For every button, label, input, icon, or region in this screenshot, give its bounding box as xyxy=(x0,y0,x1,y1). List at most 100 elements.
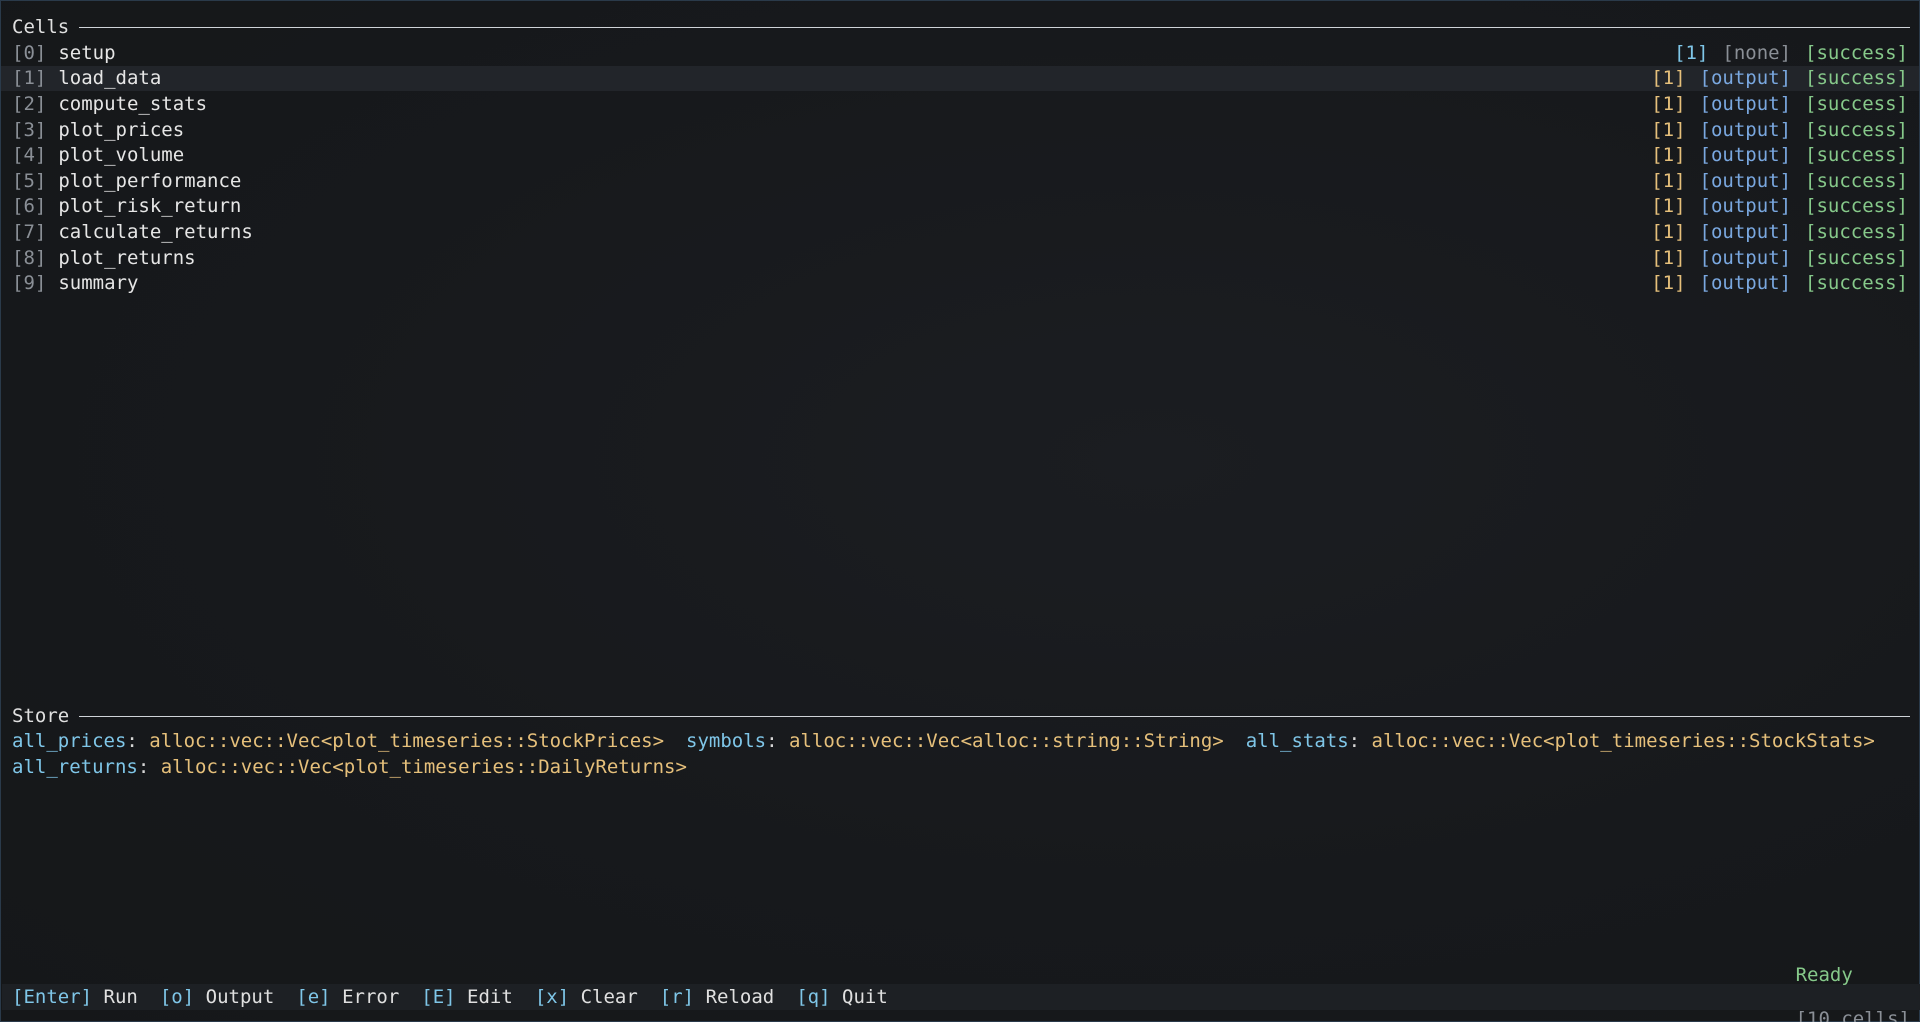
cell-name: setup xyxy=(58,41,116,64)
key-label: [e] xyxy=(296,986,331,1008)
cell-index: [8] xyxy=(12,246,47,269)
key-label: [E] xyxy=(421,986,456,1008)
store-separator: : xyxy=(126,730,150,752)
keybinding-hint[interactable]: [q] Quit xyxy=(796,986,888,1008)
keybinding-hints: [Enter] Run [o] Output [e] Error [E] Edit [x… xyxy=(12,986,888,1008)
cell-output-badge: [output] xyxy=(1699,220,1792,243)
cell-left: [2] compute_stats xyxy=(12,93,207,115)
store-key: all_returns xyxy=(12,755,138,778)
store-list: all_prices: alloc::vec::Vec<plot_timeser… xyxy=(12,729,1910,780)
store-type: alloc::vec::Vec<plot_timeseries::StockSt… xyxy=(1371,730,1875,752)
store-type: alloc::vec::Vec<plot_timeseries::DailyRe… xyxy=(160,755,687,778)
cell-row[interactable]: [1] load_data [1] [output] [success] xyxy=(1,65,1919,92)
cell-name: plot_performance xyxy=(58,169,242,192)
store-entry: all_returns: alloc::vec::Vec<plot_timese… xyxy=(12,756,687,778)
cell-row[interactable]: [5] plot_performance [1] [output] [success] xyxy=(1,168,1919,194)
cell-run-count: [1] xyxy=(1651,169,1686,192)
cell-name: calculate_returns xyxy=(58,220,253,243)
cell-left: [9] summary xyxy=(12,272,138,294)
cell-output-badge: [output] xyxy=(1699,92,1792,115)
cell-run-count: [1] xyxy=(1651,246,1686,269)
key-label: [x] xyxy=(534,986,570,1008)
keybinding-hint[interactable]: [o] Output xyxy=(160,986,274,1008)
action-label: Reload xyxy=(705,986,775,1008)
cell-index: [5] xyxy=(12,169,47,192)
store-line: all_prices: alloc::vec::Vec<plot_timeser… xyxy=(12,729,1910,755)
store-panel-divider xyxy=(79,716,1910,717)
cell-meta: [1] [output] [success] xyxy=(1651,144,1908,166)
cell-meta: [1] [output] [success] xyxy=(1651,221,1908,243)
cell-row[interactable]: [9] summary [1] [output] [success] xyxy=(1,270,1919,296)
keybinding-hint[interactable]: [e] Error xyxy=(296,986,399,1008)
cell-status-badge: [success] xyxy=(1805,220,1908,243)
ready-status: Ready xyxy=(1795,964,1853,986)
store-key: all_stats xyxy=(1245,730,1349,752)
cells-list: [0] setup [1] [none] [success] [1] load_data [1… xyxy=(1,40,1919,296)
cell-name: plot_risk_return xyxy=(58,195,242,218)
cell-row[interactable]: [2] compute_stats [1] [output] [success] xyxy=(1,91,1919,117)
cell-left: [1] load_data xyxy=(12,67,161,89)
terminal-window: Cells [0] setup [1] [none] [success] [1] load_… xyxy=(0,0,1920,1022)
cell-meta: [1] [output] [success] xyxy=(1651,247,1908,269)
cell-name: plot_returns xyxy=(58,246,196,269)
store-line: all_returns: alloc::vec::Vec<plot_timese… xyxy=(12,755,1910,781)
cell-status-badge: [success] xyxy=(1805,92,1908,115)
store-entry: symbols: alloc::vec::Vec<alloc::string::… xyxy=(686,730,1224,752)
cell-row[interactable]: [4] plot_volume [1] [output] [success] xyxy=(1,142,1919,168)
cell-index: [2] xyxy=(12,92,47,115)
keybinding-hint[interactable]: [Enter] Run xyxy=(12,986,138,1008)
cell-row[interactable]: [8] plot_returns [1] [output] [success] xyxy=(1,245,1919,271)
cell-run-count: [1] xyxy=(1651,92,1686,115)
store-separator: : xyxy=(1348,730,1372,752)
action-label: Error xyxy=(342,986,400,1008)
cell-index: [6] xyxy=(12,195,47,218)
cell-output-badge: [output] xyxy=(1699,118,1792,141)
key-label: [r] xyxy=(659,986,695,1008)
cell-output-badge: [output] xyxy=(1699,67,1792,90)
cell-output-badge: [output] xyxy=(1699,144,1792,167)
cell-meta: [1] [output] [success] xyxy=(1651,272,1908,294)
cell-output-badge: [output] xyxy=(1699,195,1792,218)
cell-meta: [1] [output] [success] xyxy=(1651,67,1908,89)
cell-status-badge: [success] xyxy=(1805,272,1908,295)
cell-run-count: [1] xyxy=(1651,220,1686,243)
cell-index: [7] xyxy=(12,220,47,243)
cell-left: [7] calculate_returns xyxy=(12,221,253,243)
cell-status-badge: [success] xyxy=(1805,41,1908,64)
cell-index: [1] xyxy=(12,67,47,90)
cells-panel-header: Cells xyxy=(12,14,1910,40)
action-label: Edit xyxy=(467,986,513,1008)
cell-left: [4] plot_volume xyxy=(12,144,184,166)
cell-row[interactable]: [3] plot_prices [1] [output] [success] xyxy=(1,117,1919,143)
key-label: [q] xyxy=(796,986,831,1008)
cell-name: plot_volume xyxy=(58,144,185,167)
cell-left: [3] plot_prices xyxy=(12,119,184,141)
cell-meta: [1] [output] [success] xyxy=(1651,119,1908,141)
keybinding-hint[interactable]: [E] Edit xyxy=(421,986,513,1008)
cell-left: [0] setup xyxy=(12,42,116,64)
store-separator: : xyxy=(137,755,161,778)
store-type: alloc::vec::Vec<plot_timeseries::StockPr… xyxy=(149,730,665,752)
cell-output-badge: [output] xyxy=(1699,169,1792,192)
cell-meta: [1] [output] [success] xyxy=(1651,93,1908,115)
cell-count: [10 cells] xyxy=(1795,1008,1910,1022)
store-entry: all_prices: alloc::vec::Vec<plot_timeser… xyxy=(12,730,664,752)
cell-row[interactable]: [7] calculate_returns [1] [output] [success] xyxy=(1,219,1919,245)
cells-panel-title: Cells xyxy=(12,16,70,38)
cell-name: load_data xyxy=(58,67,162,90)
cell-meta: [1] [output] [success] xyxy=(1651,170,1908,192)
store-entry: all_stats: alloc::vec::Vec<plot_timeseri… xyxy=(1246,730,1875,752)
cell-status-badge: [success] xyxy=(1805,67,1908,90)
cell-row[interactable]: [6] plot_risk_return [1] [output] [success] xyxy=(1,194,1919,220)
keybinding-hint[interactable]: [r] Reload xyxy=(660,986,774,1008)
keybinding-hint[interactable]: [x] Clear xyxy=(535,986,638,1008)
action-label: Run xyxy=(103,986,138,1008)
cell-name: summary xyxy=(58,272,139,295)
cell-run-count: [1] xyxy=(1651,67,1686,90)
cells-panel-divider xyxy=(79,27,1910,28)
action-label: Clear xyxy=(580,986,638,1008)
cell-run-count: [1] xyxy=(1651,144,1686,167)
cell-row[interactable]: [0] setup [1] [none] [success] xyxy=(1,40,1919,66)
store-type: alloc::vec::Vec<alloc::string::String> xyxy=(789,730,1224,752)
cell-status-badge: [success] xyxy=(1805,169,1908,192)
